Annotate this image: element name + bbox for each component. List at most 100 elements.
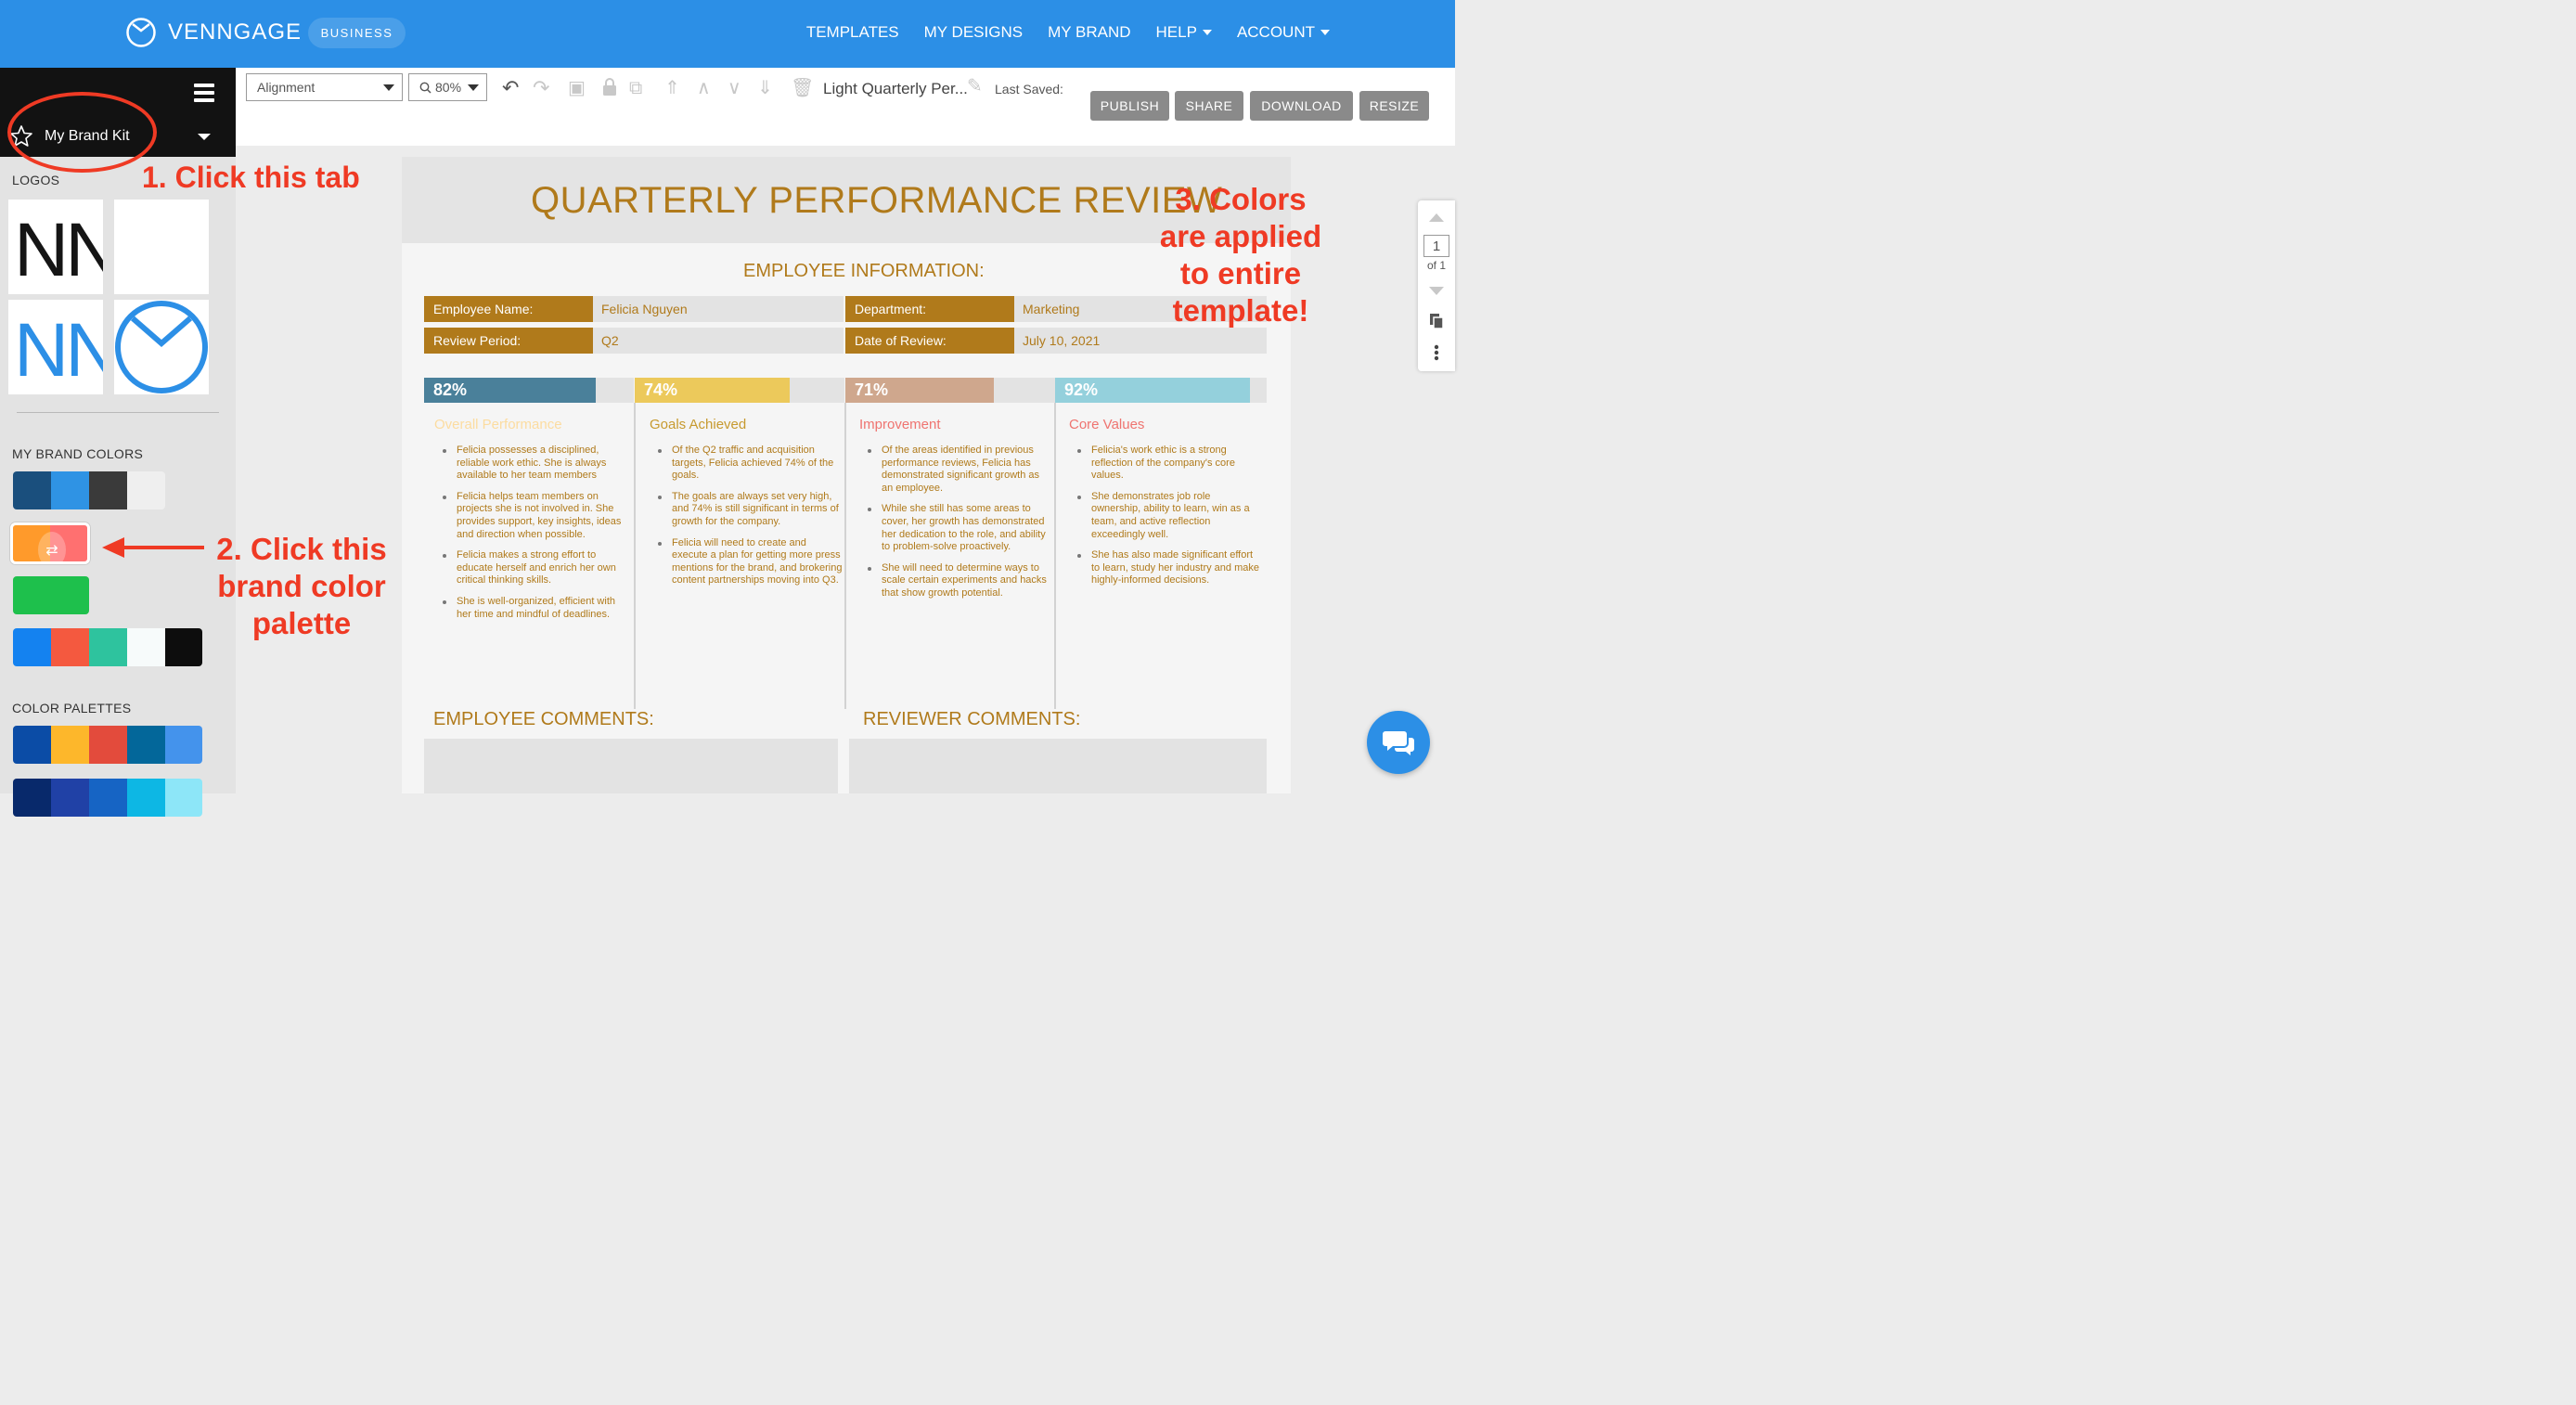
info-row-date-of-review[interactable]: Date of Review: July 10, 2021 bbox=[845, 328, 1267, 354]
progress-percent: 74% bbox=[644, 380, 678, 399]
document-name[interactable]: Light Quarterly Per... bbox=[823, 80, 968, 98]
swatch bbox=[127, 471, 165, 509]
bullet-item: Of the areas identified in previous perf… bbox=[857, 445, 1052, 495]
progress-track[interactable]: 82% bbox=[424, 378, 634, 403]
page-number-input[interactable]: 1 bbox=[1423, 235, 1449, 257]
send-to-back-icon[interactable]: ⇓ bbox=[757, 77, 773, 99]
venngage-mark-icon bbox=[115, 301, 208, 393]
page-down-icon[interactable] bbox=[1429, 287, 1444, 295]
trash-icon[interactable]: 🗑 bbox=[791, 77, 814, 99]
logo-tile-blank[interactable] bbox=[114, 200, 209, 294]
bring-forward-icon[interactable]: ∧ bbox=[697, 77, 711, 99]
annotation-line: 2. Click this bbox=[216, 532, 387, 566]
info-label: Date of Review: bbox=[845, 328, 1014, 354]
progress-track[interactable]: 74% bbox=[635, 378, 844, 403]
metric-column-improvement[interactable]: Improvement Of the areas identified in p… bbox=[857, 417, 1052, 609]
share-button[interactable]: SHARE bbox=[1175, 91, 1243, 121]
swatch bbox=[51, 471, 89, 509]
metric-column-core-values[interactable]: Core Values Felicia's work ethic is a st… bbox=[1067, 417, 1262, 596]
swatch bbox=[89, 471, 127, 509]
nav-templates[interactable]: TEMPLATES bbox=[806, 23, 899, 42]
brand-palette-4[interactable] bbox=[13, 628, 202, 666]
duplicate-icon[interactable]: ⧉ bbox=[629, 77, 642, 99]
nav-account[interactable]: ACCOUNT bbox=[1237, 23, 1330, 42]
venngage-logo[interactable]: VENNGAGE bbox=[125, 17, 302, 48]
swatch bbox=[89, 726, 127, 764]
page-up-icon[interactable] bbox=[1429, 213, 1444, 222]
nav-help[interactable]: HELP bbox=[1156, 23, 1212, 42]
swatch bbox=[51, 779, 89, 817]
menu-icon[interactable] bbox=[194, 84, 214, 102]
logo-tile-blue[interactable]: NN bbox=[8, 300, 103, 394]
swatch bbox=[51, 628, 89, 666]
nav-label: MY DESIGNS bbox=[923, 23, 1024, 41]
reviewer-comments-heading[interactable]: REVIEWER COMMENTS: bbox=[863, 709, 1080, 730]
brand-colors-heading: MY BRAND COLORS bbox=[12, 446, 144, 461]
info-value: July 10, 2021 bbox=[1014, 328, 1267, 354]
swatch bbox=[127, 779, 165, 817]
logo-tile-black[interactable]: NN bbox=[8, 200, 103, 294]
bullet-item: She has also made significant effort to … bbox=[1067, 549, 1262, 587]
alignment-select[interactable]: Alignment bbox=[246, 73, 403, 101]
more-options-icon[interactable] bbox=[1434, 344, 1439, 361]
nav-my-designs[interactable]: MY DESIGNS bbox=[924, 23, 1023, 42]
publish-button[interactable]: PUBLISH bbox=[1090, 91, 1169, 121]
progress-fill-core-values: 92% bbox=[1055, 378, 1250, 403]
bullet-item: Felicia possesses a disciplined, reliabl… bbox=[432, 445, 627, 483]
shuffle-icon[interactable]: ⇄ bbox=[38, 532, 66, 561]
logo-text: NN bbox=[14, 208, 103, 292]
resize-button[interactable]: RESIZE bbox=[1359, 91, 1429, 121]
brand-name: VENNGAGE bbox=[168, 19, 303, 45]
bullet-item: Felicia's work ethic is a strong reflect… bbox=[1067, 445, 1262, 483]
info-row-review-period[interactable]: Review Period: Q2 bbox=[424, 328, 844, 354]
redo-icon[interactable]: ↷ bbox=[533, 77, 549, 99]
copy-page-icon[interactable] bbox=[1429, 313, 1444, 329]
nav-my-brand[interactable]: MY BRAND bbox=[1048, 23, 1130, 42]
employee-comments-heading[interactable]: EMPLOYEE COMMENTS: bbox=[433, 709, 654, 730]
progress-track[interactable]: 71% bbox=[845, 378, 1055, 403]
chevron-down-icon bbox=[1202, 30, 1212, 35]
reviewer-comments-box[interactable] bbox=[849, 739, 1267, 793]
brand-palette-2-selected[interactable]: ⇄ bbox=[10, 522, 90, 564]
group-icon[interactable]: ▣ bbox=[568, 77, 586, 99]
edit-name-icon[interactable]: ✎ bbox=[967, 75, 983, 97]
metric-column-goals[interactable]: Goals Achieved Of the Q2 traffic and acq… bbox=[648, 417, 843, 596]
bullet-item: Felicia will need to create and execute … bbox=[648, 537, 843, 587]
brand-palette-1[interactable] bbox=[13, 471, 165, 509]
info-value: Q2 bbox=[593, 328, 844, 354]
logo-tile-mark[interactable] bbox=[114, 300, 209, 394]
chat-button[interactable] bbox=[1367, 711, 1430, 774]
bullet-item: She is well-organized, efficient with he… bbox=[432, 596, 627, 621]
zoom-select[interactable]: 80% bbox=[408, 73, 487, 101]
annotation-line: palette bbox=[251, 606, 352, 640]
color-palette-1[interactable] bbox=[13, 726, 202, 764]
undo-icon[interactable]: ↶ bbox=[502, 77, 519, 99]
lock-icon[interactable] bbox=[602, 78, 617, 97]
brand-palette-3[interactable] bbox=[13, 576, 89, 614]
info-row-employee-name[interactable]: Employee Name: Felicia Nguyen bbox=[424, 296, 844, 322]
editor-toolbar: Alignment 80% ↶ ↷ ▣ ⧉ ⇑ ∧ ∨ ⇓ 🗑 Light Qu… bbox=[236, 68, 1455, 146]
download-button[interactable]: DOWNLOAD bbox=[1250, 91, 1353, 121]
annotation-line: brand color bbox=[217, 569, 386, 603]
nav-label: HELP bbox=[1155, 23, 1197, 41]
color-palette-2[interactable] bbox=[13, 779, 202, 817]
column-divider bbox=[634, 403, 636, 709]
bring-to-front-icon[interactable]: ⇑ bbox=[664, 77, 680, 99]
bullet-item: She will need to determine ways to scale… bbox=[857, 562, 1052, 600]
chevron-down-icon[interactable] bbox=[198, 134, 211, 140]
metric-column-overall[interactable]: Overall Performance Felicia possesses a … bbox=[432, 417, 627, 629]
annotation-circle bbox=[7, 92, 157, 173]
bullet-item: While she still has some areas to cover,… bbox=[857, 503, 1052, 553]
send-backward-icon[interactable]: ∨ bbox=[728, 77, 741, 99]
progress-track[interactable]: 92% bbox=[1055, 378, 1267, 403]
employee-info-heading[interactable]: EMPLOYEE INFORMATION: bbox=[743, 261, 985, 282]
bullet-item: Felicia makes a strong effort to educate… bbox=[432, 549, 627, 587]
template-title[interactable]: QUARTERLY PERFORMANCE REVIEW bbox=[531, 180, 1222, 222]
page-navigator: 1 of 1 bbox=[1418, 200, 1455, 371]
column-divider bbox=[1054, 403, 1056, 709]
swatch bbox=[89, 628, 127, 666]
page-count: of 1 bbox=[1426, 259, 1446, 272]
top-nav-bar: VENNGAGE BUSINESS TEMPLATES MY DESIGNS M… bbox=[0, 0, 1455, 68]
info-value: Felicia Nguyen bbox=[593, 296, 844, 322]
employee-comments-box[interactable] bbox=[424, 739, 838, 793]
